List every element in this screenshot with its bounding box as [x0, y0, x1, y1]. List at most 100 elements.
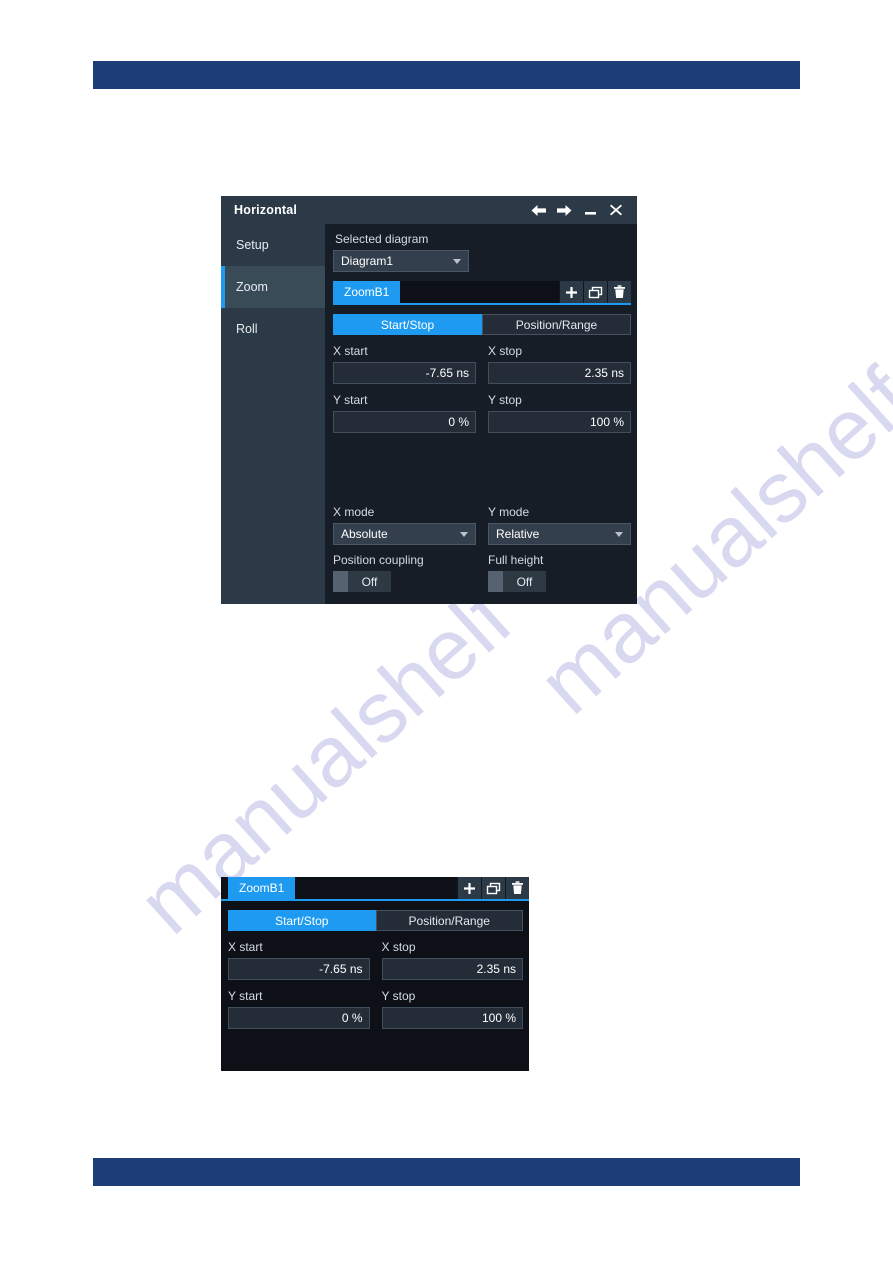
zoom-tabstrip: ZoomB1 — [333, 281, 631, 305]
xy-field-grid: X start -7.65 ns X stop 2.35 ns — [228, 939, 523, 980]
full-height-label: Full height — [488, 553, 544, 567]
y-mode-value: Relative — [496, 527, 540, 541]
x-stop-value: 2.35 ns — [584, 366, 624, 380]
mode-segmented-control: Start/Stop Position/Range — [333, 314, 631, 335]
panel2-spacer — [228, 1029, 523, 1071]
selected-diagram-value: Diagram1 — [341, 254, 394, 268]
x-mode-label: X mode — [333, 505, 375, 519]
segment-start-stop[interactable]: Start/Stop — [228, 910, 376, 931]
x-stop-input[interactable]: 2.35 ns — [381, 958, 523, 980]
sidebar-item-roll[interactable]: Roll — [221, 308, 325, 350]
segment-label: Start/Stop — [275, 913, 329, 928]
tabstrip-spacer — [400, 281, 559, 303]
x-start-group: X start -7.65 ns — [333, 343, 476, 384]
y-start-label: Y start — [228, 989, 263, 1003]
y-stop-input[interactable]: 100 % — [381, 1007, 523, 1029]
full-height-toggle[interactable]: Off — [488, 571, 546, 592]
sidebar-item-label: Roll — [236, 322, 258, 336]
add-icon[interactable] — [559, 281, 583, 303]
content-bottom-pad — [333, 592, 631, 604]
y-start-value: 0 % — [341, 1011, 363, 1025]
delete-icon[interactable] — [607, 281, 631, 303]
x-start-input[interactable]: -7.65 ns — [228, 958, 370, 980]
y-start-group: Y start 0 % — [228, 988, 370, 1029]
tab-label: ZoomB1 — [239, 881, 285, 895]
x-stop-value: 2.35 ns — [476, 962, 516, 976]
y-start-input[interactable]: 0 % — [228, 1007, 370, 1029]
tab-zoomb1[interactable]: ZoomB1 — [333, 281, 401, 303]
y-start-value: 0 % — [448, 415, 469, 429]
y-stop-input[interactable]: 100 % — [488, 411, 631, 433]
tab-zoomb1[interactable]: ZoomB1 — [228, 877, 296, 899]
sidebar-item-setup[interactable]: Setup — [221, 224, 325, 266]
x-start-value: -7.65 ns — [425, 366, 469, 380]
sidebar-item-zoom[interactable]: Zoom — [221, 266, 325, 308]
toggle-state-label: Off — [503, 571, 546, 592]
chevron-down-icon — [615, 531, 623, 537]
position-coupling-label: Position coupling — [333, 553, 424, 567]
dialog-sidebar: Setup Zoom Roll — [221, 224, 325, 604]
chevron-down-icon — [460, 531, 468, 537]
y-stop-group: Y stop 100 % — [381, 988, 523, 1029]
toggle-knob — [333, 571, 348, 592]
mode-grid: X mode Absolute Y mode Relative — [333, 504, 631, 545]
x-stop-input[interactable]: 2.35 ns — [488, 362, 631, 384]
delete-icon[interactable] — [505, 877, 529, 899]
segment-start-stop[interactable]: Start/Stop — [333, 314, 482, 335]
y-stop-group: Y stop 100 % — [488, 392, 631, 433]
full-height-group: Full height Off — [488, 552, 631, 592]
x-start-label: X start — [228, 940, 263, 954]
x-mode-dropdown[interactable]: Absolute — [333, 523, 476, 545]
tab-label: ZoomB1 — [344, 285, 390, 299]
segment-position-range[interactable]: Position/Range — [482, 314, 631, 335]
segment-label: Start/Stop — [380, 317, 435, 332]
y-start-input[interactable]: 0 % — [333, 411, 476, 433]
dialog-titlebar: Horizontal — [221, 196, 637, 224]
toggle-grid: Position coupling Off Full height Off — [333, 552, 631, 592]
duplicate-icon[interactable] — [583, 281, 607, 303]
xy-field-grid: X start -7.65 ns X stop 2.35 ns — [333, 343, 631, 384]
x-mode-group: X mode Absolute — [333, 504, 476, 545]
minimize-icon[interactable] — [577, 197, 603, 223]
chevron-down-icon — [453, 258, 461, 264]
y-mode-group: Y mode Relative — [488, 504, 631, 545]
dialog-content: Selected diagram Diagram1 ZoomB1 Start/S… — [325, 224, 637, 604]
selected-diagram-dropdown[interactable]: Diagram1 — [333, 250, 469, 272]
add-icon[interactable] — [457, 877, 481, 899]
y-field-grid: Y start 0 % Y stop 100 % — [333, 392, 631, 433]
forward-arrow-icon[interactable] — [551, 197, 577, 223]
dialog-title: Horizontal — [234, 203, 298, 217]
x-stop-group: X stop 2.35 ns — [381, 939, 523, 980]
horizontal-dialog: Horizontal Setup Zoom Roll Selected diag… — [221, 196, 637, 604]
x-start-group: X start -7.65 ns — [228, 939, 370, 980]
selected-diagram-label: Selected diagram — [335, 232, 429, 246]
mode-segmented-control: Start/Stop Position/Range — [228, 910, 523, 931]
x-mode-value: Absolute — [341, 527, 388, 541]
y-stop-label: Y stop — [381, 989, 416, 1003]
y-start-label: Y start — [333, 393, 368, 407]
toggle-state-label: Off — [348, 571, 391, 592]
tabstrip-spacer — [295, 877, 457, 899]
x-stop-label: X stop — [381, 940, 416, 954]
page-header-bar — [93, 61, 800, 89]
back-arrow-icon[interactable] — [525, 197, 551, 223]
segment-label: Position/Range — [408, 913, 490, 928]
zoom-tabstrip: ZoomB1 — [221, 877, 529, 901]
page-footer-bar — [93, 1158, 800, 1186]
y-stop-value: 100 % — [481, 1011, 516, 1025]
segment-label: Position/Range — [515, 317, 598, 332]
zoom-panel-compact-inner: ZoomB1 Start/Stop Position/Range X start… — [221, 877, 529, 1071]
zoom-panel-compact: ZoomB1 Start/Stop Position/Range X start… — [221, 877, 529, 1071]
x-start-input[interactable]: -7.65 ns — [333, 362, 476, 384]
y-mode-dropdown[interactable]: Relative — [488, 523, 631, 545]
close-icon[interactable] — [603, 197, 629, 223]
duplicate-icon[interactable] — [481, 877, 505, 899]
x-stop-label: X stop — [488, 344, 523, 358]
segment-position-range[interactable]: Position/Range — [375, 910, 523, 931]
y-stop-value: 100 % — [589, 415, 624, 429]
position-coupling-toggle[interactable]: Off — [333, 571, 391, 592]
y-field-grid: Y start 0 % Y stop 100 % — [228, 988, 523, 1029]
y-start-group: Y start 0 % — [333, 392, 476, 433]
dialog-body: Setup Zoom Roll Selected diagram Diagram… — [221, 224, 637, 604]
